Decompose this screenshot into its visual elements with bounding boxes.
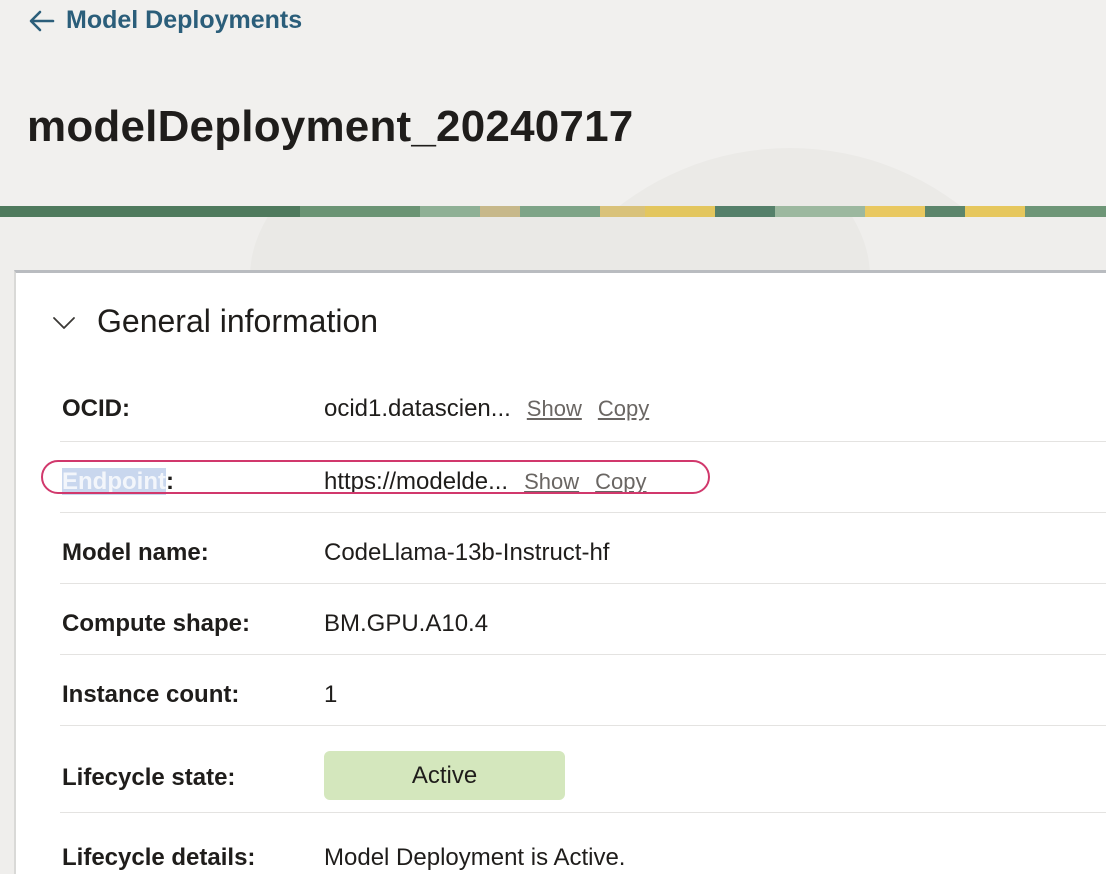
endpoint-value: https://modelde... <box>324 468 509 495</box>
page: Model Deployments modelDeployment_202407… <box>0 0 1106 874</box>
ocid-value-group: ocid1.datascien... Show Copy <box>324 395 649 423</box>
endpoint-value-group: https://modelde... Show Copy <box>324 468 647 496</box>
back-link-label: Model Deployments <box>66 6 303 34</box>
endpoint-label-selected-text: Endpoint <box>62 468 166 495</box>
row-ocid: OCID: ocid1.datascien... Show Copy <box>60 371 1106 442</box>
compute-shape-value: BM.GPU.A10.4 <box>324 610 489 637</box>
general-information-toggle[interactable]: General information <box>51 303 378 340</box>
lifecycle-details-value: Model Deployment is Active. <box>324 844 626 871</box>
row-instance-count: Instance count: 1 <box>60 655 1106 726</box>
chevron-down-icon <box>51 309 77 335</box>
model-name-value: CodeLlama-13b-Instruct-hf <box>324 539 610 566</box>
page-header: Model Deployments modelDeployment_202407… <box>0 0 1106 206</box>
compute-shape-label: Compute shape: <box>62 610 251 637</box>
instance-count-label: Instance count: <box>62 681 240 708</box>
ocid-value: ocid1.datascien... <box>324 395 511 422</box>
model-name-label: Model name: <box>62 539 209 566</box>
lifecycle-state-value-group: Active <box>324 751 565 800</box>
ocid-show-link[interactable]: Show <box>527 396 582 422</box>
row-model-name: Model name: CodeLlama-13b-Instruct-hf <box>60 513 1106 584</box>
endpoint-copy-link[interactable]: Copy <box>595 469 646 495</box>
row-endpoint: Endpoint: https://modelde... Show Copy <box>60 442 1106 513</box>
decorative-banner <box>0 206 1106 217</box>
row-compute-shape: Compute shape: BM.GPU.A10.4 <box>60 584 1106 655</box>
endpoint-label: Endpoint: <box>62 468 174 496</box>
page-title: modelDeployment_20240717 <box>27 102 634 151</box>
endpoint-label-colon: : <box>165 468 174 495</box>
arrow-left-icon <box>28 7 56 35</box>
row-lifecycle-details: Lifecycle details: Model Deployment is A… <box>60 813 1106 874</box>
back-to-model-deployments-link[interactable]: Model Deployments <box>28 6 302 35</box>
status-badge: Active <box>324 751 565 800</box>
section-title: General information <box>97 303 379 339</box>
lifecycle-details-label: Lifecycle details: <box>62 844 256 871</box>
ocid-label: OCID: <box>62 395 130 422</box>
endpoint-show-link[interactable]: Show <box>524 469 579 495</box>
info-list: OCID: ocid1.datascien... Show Copy Endpo… <box>60 371 1106 874</box>
instance-count-value: 1 <box>324 681 338 708</box>
ocid-copy-link[interactable]: Copy <box>598 396 649 422</box>
row-lifecycle-state: Lifecycle state: Active <box>60 726 1106 813</box>
header-decoration <box>510 148 1070 206</box>
general-information-card: General information OCID: ocid1.datascie… <box>14 270 1106 874</box>
lifecycle-state-label: Lifecycle state: <box>62 764 236 791</box>
